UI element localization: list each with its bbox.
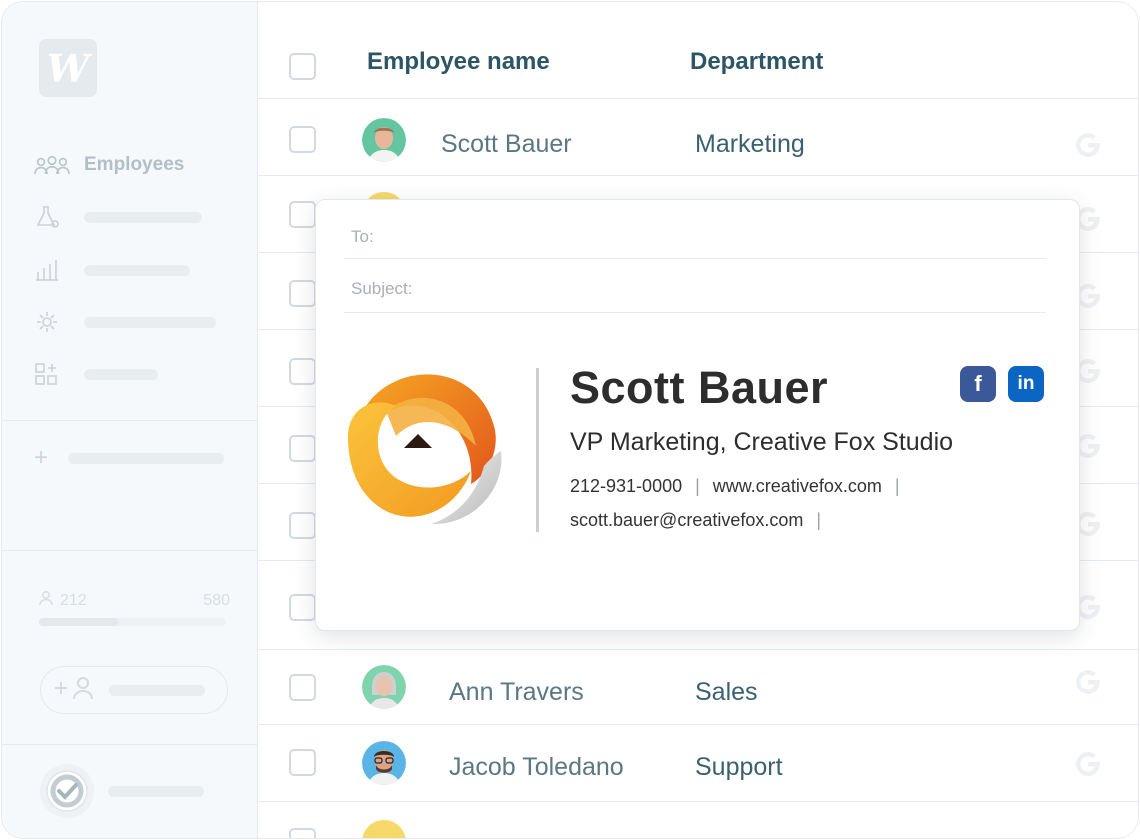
avatar <box>362 665 406 709</box>
sidebar-item-4[interactable] <box>34 310 216 334</box>
row-checkbox[interactable] <box>289 358 316 385</box>
row-checkbox[interactable] <box>289 749 316 776</box>
table-row[interactable]: Scott Bauer Marketing <box>258 99 1138 176</box>
employee-department: Sales <box>695 678 758 706</box>
column-header-department[interactable]: Department <box>690 48 823 76</box>
sidebar-item-employees[interactable]: Employees <box>34 153 184 177</box>
usage-limit: 580 <box>203 591 230 609</box>
add-group-button[interactable]: + <box>34 444 224 471</box>
usage-current: 212 <box>60 591 87 609</box>
row-checkbox[interactable] <box>289 512 316 539</box>
sidebar-item-5[interactable] <box>34 362 158 386</box>
users-icon <box>34 153 70 177</box>
avatar <box>362 741 406 785</box>
table-row[interactable]: Ann Travers Sales <box>258 650 1138 725</box>
table-row[interactable]: Jacob Toledano Support <box>258 725 1138 802</box>
sidebar-placeholder <box>84 316 216 328</box>
sidebar-placeholder <box>84 211 202 223</box>
creative-fox-logo <box>346 366 506 526</box>
column-header-name[interactable]: Employee name <box>367 48 550 76</box>
row-checkbox[interactable] <box>289 674 316 701</box>
linkedin-icon[interactable]: in <box>1008 366 1044 402</box>
sidebar-divider <box>2 550 258 551</box>
row-checkbox[interactable] <box>289 435 316 462</box>
sidebar-placeholder <box>109 684 205 696</box>
table-header: Employee name Department <box>258 2 1138 99</box>
sidebar-divider <box>2 744 258 745</box>
separator: | <box>816 510 822 530</box>
usage-counter: 212 580 <box>38 590 230 611</box>
flask-icon <box>34 205 70 229</box>
row-checkbox[interactable] <box>289 201 316 228</box>
row-checkbox[interactable] <box>289 594 316 621</box>
row-checkbox[interactable] <box>289 280 316 307</box>
subject-label: Subject: <box>351 279 413 298</box>
signature-website[interactable]: www.creativefox.com <box>713 476 882 497</box>
to-field-line <box>344 258 1046 259</box>
signature-title: VP Marketing, Creative Fox Studio <box>570 428 954 456</box>
user-icon <box>38 590 54 611</box>
row-checkbox[interactable] <box>289 126 316 153</box>
plus-icon: + <box>34 444 49 471</box>
separator: | <box>695 476 700 496</box>
sidebar-item-3[interactable] <box>34 258 190 282</box>
signature-name: Scott Bauer <box>570 362 829 413</box>
sidebar: W Employees + 212 580 <box>2 2 258 838</box>
sidebar-item-label: Employees <box>84 154 185 175</box>
signature-divider <box>536 368 539 532</box>
avatar <box>362 820 406 838</box>
sidebar-placeholder <box>84 264 190 276</box>
google-icon[interactable] <box>1073 130 1103 160</box>
employee-department: Support <box>695 753 783 781</box>
bar-chart-icon <box>34 258 70 282</box>
usage-progress-fill <box>39 618 118 626</box>
avatar <box>362 118 406 162</box>
signature-phone[interactable]: 212-931-0000 <box>570 476 682 497</box>
sidebar-placeholder <box>84 368 158 380</box>
app-window: W Employees + 212 580 Employee name Depa… <box>1 1 1139 839</box>
sidebar-divider <box>2 420 258 421</box>
row-checkbox[interactable] <box>289 828 316 838</box>
table-row[interactable] <box>258 802 1138 838</box>
google-icon[interactable] <box>1073 749 1103 779</box>
subject-field-line <box>344 312 1046 313</box>
add-user-icon <box>53 676 99 705</box>
signature-email-line: scott.bauer@creativefox.com | <box>570 510 834 531</box>
email-signature-preview: To: Subject: Scott Bauer VP Marketing, C… <box>315 199 1080 631</box>
add-user-button[interactable] <box>40 666 228 714</box>
to-label: To: <box>351 227 374 246</box>
employee-department: Marketing <box>695 130 805 158</box>
employee-name[interactable]: Jacob Toledano <box>449 753 624 782</box>
signature-email[interactable]: scott.bauer@creativefox.com <box>570 510 803 531</box>
google-icon[interactable] <box>1073 667 1103 697</box>
usage-progress-bar <box>39 618 226 626</box>
facebook-icon[interactable]: f <box>960 366 996 402</box>
separator: | <box>894 476 900 496</box>
gear-icon <box>34 310 70 334</box>
sidebar-placeholder <box>68 452 224 464</box>
employee-name[interactable]: Ann Travers <box>449 678 584 707</box>
sidebar-placeholder <box>108 786 204 797</box>
account-avatar[interactable] <box>40 764 94 818</box>
apps-add-icon <box>34 362 70 386</box>
signature-contact-line: 212-931-0000 | www.creativefox.com | <box>570 476 913 497</box>
employee-name[interactable]: Scott Bauer <box>441 130 572 159</box>
sidebar-item-2[interactable] <box>34 205 202 229</box>
select-all-checkbox[interactable] <box>289 53 316 80</box>
app-logo[interactable]: W <box>39 39 97 97</box>
